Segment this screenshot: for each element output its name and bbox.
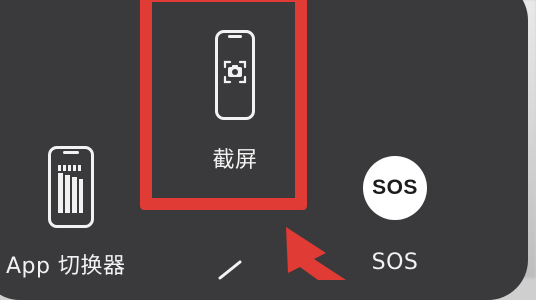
highlight-box (140, 0, 307, 210)
sos-circle-icon: SOS (363, 156, 427, 220)
app-switcher-label: App 切换器 (6, 254, 126, 279)
app-switcher-button[interactable]: App 切换器 (0, 146, 140, 279)
phone-bars-icon (48, 146, 94, 228)
sos-icon-text: SOS (372, 176, 418, 199)
arrow-icon (286, 227, 346, 280)
partial-icon (218, 260, 242, 280)
